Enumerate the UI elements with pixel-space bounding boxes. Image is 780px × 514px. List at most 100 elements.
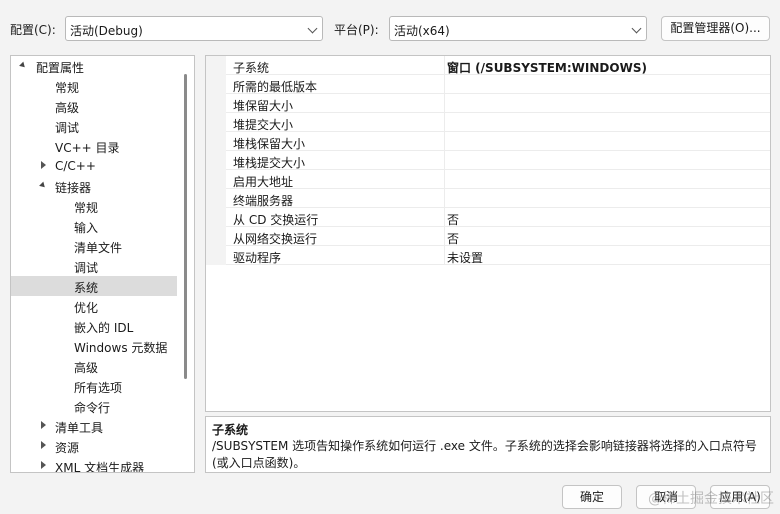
expanded-arrow-icon[interactable] bbox=[19, 61, 27, 70]
property-row-stack-reserve[interactable]: 堆栈保留大小 bbox=[206, 132, 770, 151]
platform-dropdown-value: 活动(x64) bbox=[394, 24, 450, 38]
property-name: 堆保留大小 bbox=[233, 99, 294, 113]
column-separator bbox=[444, 151, 445, 170]
row-gutter bbox=[206, 189, 226, 208]
column-separator bbox=[444, 94, 445, 113]
column-separator bbox=[444, 113, 445, 132]
tree-item-linker-windows-metadata[interactable]: Windows 元数据 bbox=[11, 336, 177, 356]
description-title: 子系统 bbox=[212, 423, 249, 437]
property-row-swap-cd[interactable]: 从 CD 交换运行 否 bbox=[206, 208, 770, 228]
tree-item-label: C/C++ bbox=[55, 159, 96, 173]
row-gutter bbox=[206, 56, 226, 75]
tree-item-linker-command-line[interactable]: 命令行 bbox=[11, 396, 177, 416]
tree-item-xml-doc-generator[interactable]: XML 文档生成器 bbox=[11, 456, 177, 473]
tree-item-linker-embedded-idl[interactable]: 嵌入的 IDL bbox=[11, 316, 177, 336]
property-name: 堆提交大小 bbox=[233, 118, 294, 132]
tree-scrollbar[interactable] bbox=[184, 74, 187, 379]
column-separator bbox=[444, 246, 445, 265]
tree-item-cpp[interactable]: C/C++ bbox=[11, 156, 177, 176]
property-row-terminal-server[interactable]: 终端服务器 bbox=[206, 189, 770, 208]
column-separator bbox=[444, 56, 445, 75]
property-value[interactable]: 否 bbox=[447, 230, 459, 247]
row-gutter bbox=[206, 151, 226, 170]
tree-item-manifest-tool[interactable]: 清单工具 bbox=[11, 416, 177, 436]
tree-item-linker-advanced[interactable]: 高级 bbox=[11, 356, 177, 376]
tree-item-label: 系统 bbox=[74, 281, 99, 295]
config-dropdown[interactable]: 活动(Debug) bbox=[65, 16, 323, 41]
property-row-heap-reserve[interactable]: 堆保留大小 bbox=[206, 94, 770, 113]
collapsed-arrow-icon[interactable] bbox=[41, 461, 46, 469]
collapsed-arrow-icon[interactable] bbox=[41, 161, 46, 169]
tree-item-resources[interactable]: 资源 bbox=[11, 436, 177, 456]
tree-item-linker-general[interactable]: 常规 bbox=[11, 196, 177, 216]
tree-item-general[interactable]: 常规 bbox=[11, 76, 177, 96]
property-row-subsystem[interactable]: 子系统 窗口 (/SUBSYSTEM:WINDOWS) bbox=[206, 56, 770, 76]
tree-item-vc-directories[interactable]: VC++ 目录 bbox=[11, 136, 177, 156]
property-name: 驱动程序 bbox=[233, 251, 282, 265]
tree-item-linker[interactable]: 链接器 bbox=[11, 176, 177, 196]
tree-item-label: 高级 bbox=[74, 361, 99, 375]
column-separator bbox=[444, 189, 445, 208]
column-separator bbox=[444, 208, 445, 227]
row-gutter bbox=[206, 227, 226, 246]
tree-item-label: 所有选项 bbox=[74, 381, 123, 395]
property-value[interactable]: 窗口 (/SUBSYSTEM:WINDOWS) bbox=[447, 59, 647, 76]
property-row-heap-commit[interactable]: 堆提交大小 bbox=[206, 113, 770, 132]
tree-item-linker-debugging[interactable]: 调试 bbox=[11, 256, 177, 276]
tree-item-debugging[interactable]: 调试 bbox=[11, 116, 177, 136]
collapsed-arrow-icon[interactable] bbox=[41, 441, 46, 449]
property-name: 终端服务器 bbox=[233, 194, 294, 208]
row-gutter bbox=[206, 75, 226, 94]
column-separator bbox=[444, 170, 445, 189]
tree-item-label: 嵌入的 IDL bbox=[74, 321, 134, 335]
description-text: /SUBSYSTEM 选项告知操作系统如何运行 .exe 文件。子系统的选择会影… bbox=[212, 439, 757, 470]
property-row-min-version[interactable]: 所需的最低版本 bbox=[206, 75, 770, 94]
property-tree[interactable]: 配置属性 常规 高级 调试 VC++ 目录 C/C++ 链接器 常规 输入 清单… bbox=[10, 55, 195, 473]
tree-item-linker-input[interactable]: 输入 bbox=[11, 216, 177, 236]
tree-item-linker-all-options[interactable]: 所有选项 bbox=[11, 376, 177, 396]
column-separator bbox=[444, 227, 445, 246]
expanded-arrow-icon[interactable] bbox=[39, 181, 47, 190]
property-name: 堆栈提交大小 bbox=[233, 156, 306, 170]
chevron-down-icon bbox=[631, 23, 642, 34]
property-row-swap-net[interactable]: 从网络交换运行 否 bbox=[206, 227, 770, 247]
platform-dropdown[interactable]: 活动(x64) bbox=[389, 16, 647, 41]
property-name: 堆栈保留大小 bbox=[233, 137, 306, 151]
tree-item-label: 清单工具 bbox=[55, 421, 104, 435]
row-gutter bbox=[206, 132, 226, 151]
config-dropdown-value: 活动(Debug) bbox=[70, 24, 143, 38]
row-gutter bbox=[206, 113, 226, 132]
tree-item-label: VC++ 目录 bbox=[55, 141, 120, 155]
tree-item-advanced[interactable]: 高级 bbox=[11, 96, 177, 116]
config-label: 配置(C): bbox=[10, 23, 56, 37]
tree-item-linker-manifest[interactable]: 清单文件 bbox=[11, 236, 177, 256]
property-value[interactable]: 否 bbox=[447, 211, 459, 228]
tree-item-label: XML 文档生成器 bbox=[55, 461, 145, 473]
property-row-driver[interactable]: 驱动程序 未设置 bbox=[206, 246, 770, 266]
row-gutter bbox=[206, 246, 226, 265]
tree-item-label: 常规 bbox=[74, 201, 99, 215]
platform-label: 平台(P): bbox=[334, 23, 379, 37]
tree-item-label: 输入 bbox=[74, 221, 99, 235]
config-manager-button[interactable]: 配置管理器(O)... bbox=[661, 16, 770, 41]
tree-item-label: 高级 bbox=[55, 101, 80, 115]
tree-item-label: 调试 bbox=[74, 261, 99, 275]
ok-button[interactable]: 确定 bbox=[562, 485, 622, 509]
column-separator bbox=[444, 75, 445, 94]
tree-item-label: 清单文件 bbox=[74, 241, 123, 255]
property-row-large-address[interactable]: 启用大地址 bbox=[206, 170, 770, 189]
tree-item-label: 常规 bbox=[55, 81, 80, 95]
tree-item-label: Windows 元数据 bbox=[74, 341, 168, 355]
property-name: 所需的最低版本 bbox=[233, 80, 318, 94]
property-value[interactable]: 未设置 bbox=[447, 249, 483, 266]
row-gutter bbox=[206, 170, 226, 189]
tree-item-linker-optimization[interactable]: 优化 bbox=[11, 296, 177, 316]
row-gutter bbox=[206, 208, 226, 227]
row-gutter bbox=[206, 94, 226, 113]
column-separator bbox=[444, 132, 445, 151]
tree-item-linker-system[interactable]: 系统 bbox=[11, 276, 177, 296]
collapsed-arrow-icon[interactable] bbox=[41, 421, 46, 429]
tree-item-config-properties[interactable]: 配置属性 bbox=[11, 56, 177, 76]
tree-item-label: 链接器 bbox=[55, 181, 92, 195]
property-row-stack-commit[interactable]: 堆栈提交大小 bbox=[206, 151, 770, 170]
